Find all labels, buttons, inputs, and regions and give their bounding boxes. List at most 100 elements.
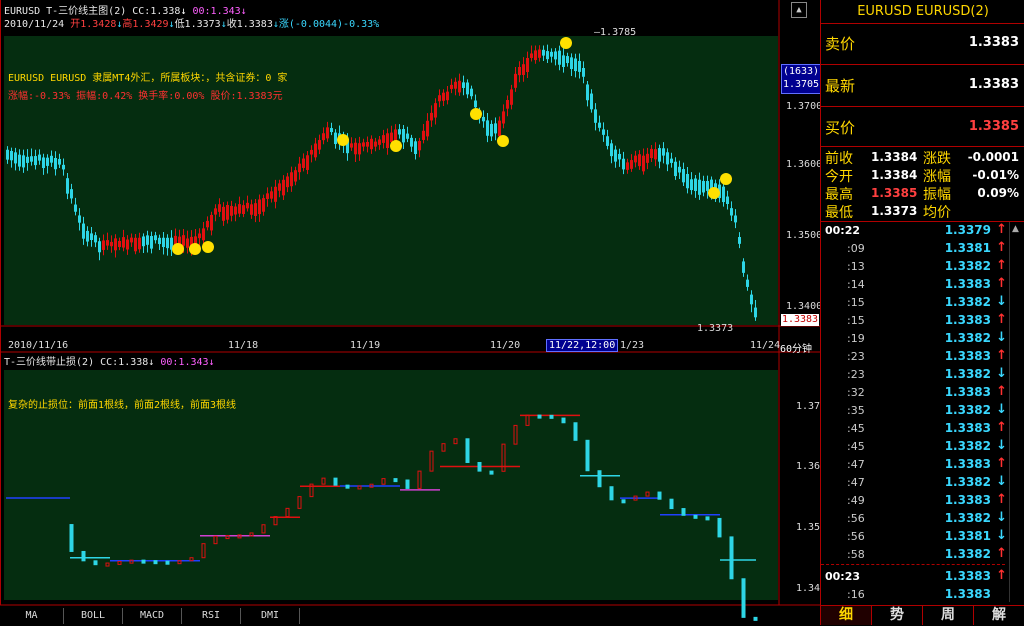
tick-price: 1.3382 bbox=[944, 295, 991, 309]
quote-tab[interactable]: 解 bbox=[974, 606, 1024, 625]
candle-body bbox=[270, 191, 273, 199]
candle-body bbox=[598, 122, 601, 128]
candle-body bbox=[54, 157, 57, 170]
sub-title-purple: 00:1.343 bbox=[160, 357, 209, 368]
candle-body bbox=[590, 93, 593, 110]
candle-body bbox=[534, 50, 537, 61]
tick-time: :13 bbox=[847, 260, 865, 273]
candle-body bbox=[234, 206, 237, 215]
candle-body bbox=[78, 215, 81, 223]
tick-row: :13 1.3382 ↑ bbox=[825, 258, 1009, 276]
candle-body bbox=[46, 157, 49, 166]
tick-time: :47 bbox=[847, 476, 865, 489]
candle-body bbox=[358, 143, 361, 155]
arrow-down-icon: ↓ bbox=[996, 294, 1007, 309]
tick-scrollbar[interactable]: ▲ bbox=[1009, 222, 1024, 602]
quote-tab[interactable]: 势 bbox=[872, 606, 923, 625]
arrow-up-icon: ↑ bbox=[996, 546, 1007, 561]
candle-body bbox=[566, 56, 569, 64]
candle-body bbox=[154, 235, 157, 241]
stat-value: 1.3384 bbox=[871, 150, 918, 164]
candle-body bbox=[398, 129, 401, 135]
separator bbox=[821, 106, 1024, 107]
scroll-up-icon[interactable]: ▲ bbox=[791, 2, 807, 18]
smiley-signal-icon bbox=[337, 134, 349, 146]
candle-body bbox=[362, 142, 365, 147]
smiley-signal-icon bbox=[172, 243, 184, 255]
tick-row: :56 1.3382 ↓ bbox=[825, 510, 1009, 528]
smiley-signal-icon bbox=[708, 187, 720, 199]
tick-time: :35 bbox=[847, 404, 865, 417]
scroll-up-icon[interactable]: ▲ bbox=[1012, 224, 1019, 234]
quote-tab[interactable]: 周 bbox=[923, 606, 974, 625]
candle-body bbox=[202, 228, 205, 241]
stat-value: 1.3384 bbox=[871, 168, 918, 182]
stat-value: 1.3385 bbox=[871, 186, 918, 200]
candle-body bbox=[130, 237, 133, 243]
tick-price: 1.3382 bbox=[944, 367, 991, 381]
arrow-up-icon: ↑ bbox=[996, 222, 1007, 237]
tick-row: :45 1.3382 ↓ bbox=[825, 438, 1009, 456]
tab-ma[interactable]: MA bbox=[0, 608, 64, 624]
candle-body bbox=[550, 51, 553, 57]
buy-label: 买价 bbox=[825, 119, 856, 137]
candle-body bbox=[594, 109, 597, 123]
tick-time: :49 bbox=[847, 494, 865, 507]
candle-body bbox=[530, 53, 533, 58]
tick-row: :47 1.3382 ↓ bbox=[825, 474, 1009, 492]
x-tick: 1/23 bbox=[620, 340, 645, 351]
candle-body bbox=[614, 149, 617, 162]
candle-body bbox=[686, 173, 689, 189]
candle-body bbox=[334, 132, 337, 145]
tick-price: 1.3382 bbox=[944, 439, 991, 453]
tick-price: 1.3382 bbox=[944, 331, 991, 345]
candle-body bbox=[70, 189, 73, 199]
candle-body bbox=[606, 136, 609, 146]
latest-label: 最新 bbox=[825, 77, 856, 95]
tab-dmi[interactable]: DMI bbox=[241, 608, 300, 624]
candle-body bbox=[466, 82, 469, 95]
tick-time: :45 bbox=[847, 440, 865, 453]
candle-body bbox=[662, 148, 665, 156]
tick-price: 1.3382 bbox=[944, 259, 991, 273]
tab-boll[interactable]: BOLL bbox=[64, 608, 123, 624]
tab-macd[interactable]: MACD bbox=[123, 608, 182, 624]
stat-value: -0.01% bbox=[972, 168, 1019, 182]
candle-body bbox=[670, 158, 673, 163]
candle-body bbox=[474, 100, 477, 108]
candle-body bbox=[574, 58, 577, 72]
candle-body bbox=[382, 135, 385, 143]
candle-body bbox=[250, 204, 253, 215]
x-tick: 11/24 bbox=[750, 340, 781, 351]
candle-body bbox=[402, 129, 405, 143]
period-label[interactable]: 60分钟 bbox=[780, 340, 812, 355]
tick-price: 1.3383 bbox=[944, 421, 991, 435]
candle-body bbox=[10, 150, 13, 161]
candle-body bbox=[350, 143, 353, 148]
tick-time: :23 bbox=[847, 368, 865, 381]
candle-body bbox=[546, 51, 549, 60]
buy-value: 1.3385 bbox=[968, 119, 1019, 134]
smiley-signal-icon bbox=[390, 140, 402, 152]
tick-time: :58 bbox=[847, 548, 865, 561]
candle-body bbox=[678, 166, 681, 173]
candle-body bbox=[430, 112, 433, 121]
stat-label: 均价 bbox=[923, 205, 951, 221]
current-price-box: 1.3383 bbox=[781, 314, 819, 326]
tick-row: :14 1.3383 ↑ bbox=[825, 276, 1009, 294]
candle-body bbox=[74, 204, 77, 212]
candle-body bbox=[570, 57, 573, 70]
sub-y-tick: 1.36 bbox=[796, 461, 821, 472]
tick-price: 1.3382 bbox=[944, 547, 991, 561]
tick-row: :47 1.3383 ↑ bbox=[825, 456, 1009, 474]
tick-time: :16 bbox=[847, 588, 865, 601]
tick-row: :58 1.3382 ↑ bbox=[825, 546, 1009, 564]
tab-rsi[interactable]: RSI bbox=[182, 608, 241, 624]
candle-body bbox=[198, 233, 201, 239]
quote-tab[interactable]: 细 bbox=[821, 606, 872, 625]
candle-body bbox=[286, 176, 289, 188]
candle-body bbox=[14, 152, 17, 164]
tick-price: 1.3383 bbox=[944, 277, 991, 291]
candle-body bbox=[654, 149, 657, 160]
candle-body bbox=[510, 89, 513, 105]
